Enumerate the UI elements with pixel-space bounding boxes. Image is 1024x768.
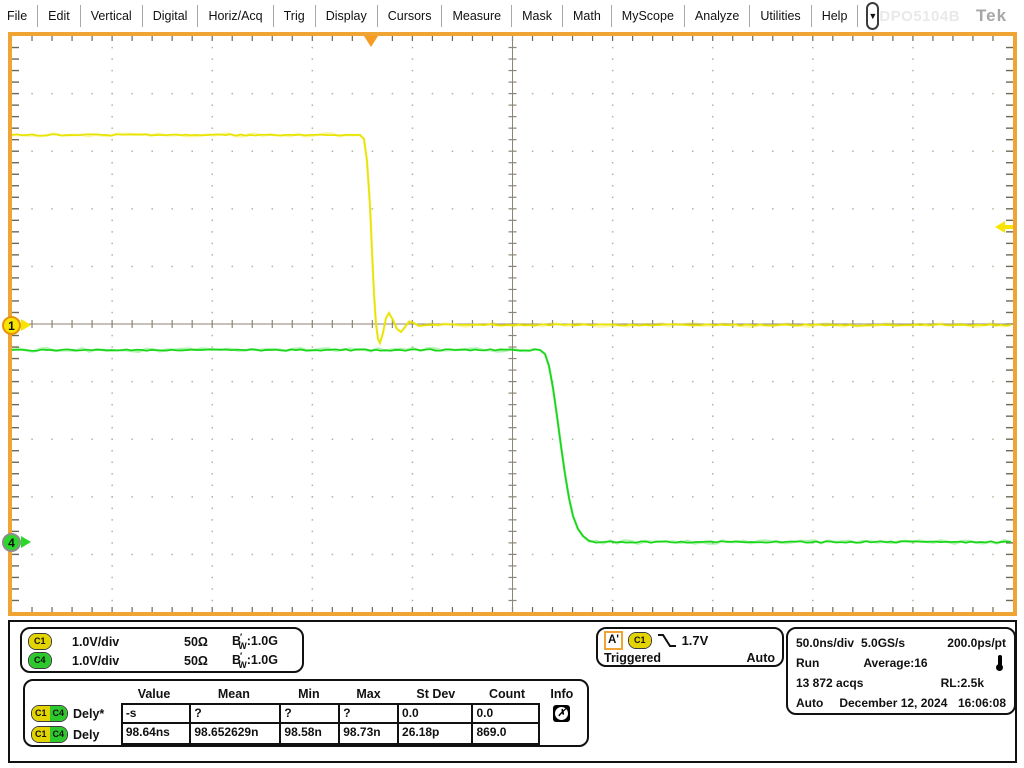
menu-bar: FileEditVerticalDigitalHoriz/AcqTrigDisp… xyxy=(0,0,1024,32)
info-x-icon[interactable]: ✗ xyxy=(553,705,570,722)
channel-row-c4[interactable]: C4 1.0V/div50ΩB′W:1.0G xyxy=(28,651,294,670)
measurement-row-dely: C1C4Dely*-s???0.00.0✗ xyxy=(29,703,583,724)
trigger-channel-badge: C1 xyxy=(628,632,652,649)
measurement-cell-count: 0.0 xyxy=(471,703,540,724)
channel-scale: 1.0V/div xyxy=(72,635,184,649)
channel-impedance: 50Ω xyxy=(184,635,232,649)
acquisition-state: Run xyxy=(796,656,819,670)
measurement-cell-value: 98.64ns xyxy=(121,722,192,745)
menu-item-analyze[interactable]: Analyze xyxy=(685,5,750,27)
menu-item-display[interactable]: Display xyxy=(316,5,378,27)
record-length: RL:2.5k xyxy=(941,676,984,690)
ch1-ground-marker[interactable]: 1 xyxy=(2,316,21,335)
trigger-level-arrow-tail xyxy=(1004,225,1013,229)
column-header-min: Min xyxy=(279,687,339,701)
menu-item-cursors[interactable]: Cursors xyxy=(378,5,443,27)
acquisition-mode: Auto xyxy=(796,696,823,710)
column-header-count: Count xyxy=(473,687,540,701)
channel-readout-panel[interactable]: C1 1.0V/div50ΩB′W:1.0G C4 1.0V/div50ΩB′W:1.… xyxy=(20,627,304,673)
menu-item-help[interactable]: Help xyxy=(812,5,859,27)
graticule xyxy=(12,36,1013,612)
channel-bandwidth: B′W:1.0G xyxy=(232,632,294,651)
measurement-cell-min: ? xyxy=(279,703,340,724)
column-header-value: Value xyxy=(119,687,188,701)
average-readout: Average:16 xyxy=(863,656,927,670)
menu-item-trig[interactable]: Trig xyxy=(274,5,316,27)
column-header-max: Max xyxy=(339,687,399,701)
readout-area: C1 1.0V/div50ΩB′W:1.0G C4 1.0V/div50ΩB′W:1.… xyxy=(8,620,1017,763)
trigger-status: Triggered xyxy=(604,651,661,667)
measurement-cell-st-dev: 0.0 xyxy=(397,703,473,724)
acquisition-count: 13 872 acqs xyxy=(796,676,863,690)
channel-badge-c1c4: C1C4 xyxy=(31,705,68,722)
menu-item-digital[interactable]: Digital xyxy=(143,5,199,27)
menu-item-math[interactable]: Math xyxy=(563,5,612,27)
sample-rate-value: 5.0GS/s xyxy=(861,636,905,650)
tek-logo: Tek xyxy=(976,6,1007,26)
channel-badge-c1c4: C1C4 xyxy=(31,726,68,743)
ch4-ground-marker[interactable]: 4 xyxy=(2,533,21,552)
menu-item-mask[interactable]: Mask xyxy=(512,5,563,27)
trigger-level-marker[interactable] xyxy=(995,221,1013,233)
measurement-cell-value: -s xyxy=(121,703,192,724)
trigger-source-label: A' xyxy=(604,631,623,650)
measurement-table: ValueMeanMinMaxSt DevCountInfo C1C4 Dely* -… xyxy=(23,679,589,747)
oscilloscope-screen: { "window": { "model": "DPO5104B", "logo… xyxy=(0,0,1024,768)
timebase-value: 50.0ns/div xyxy=(796,636,854,650)
trigger-readout-panel[interactable]: A' C1 1.7V Triggered Auto xyxy=(596,627,784,667)
channel-scale: 1.0V/div xyxy=(72,654,184,668)
trigger-mode: Auto xyxy=(747,651,775,667)
channel-impedance: 50Ω xyxy=(184,654,232,668)
measurement-row-dely: C1C4 Dely 98.64ns98.652629n98.58n98.73n26.… xyxy=(29,724,583,745)
date-readout: December 12, 2024 xyxy=(839,696,947,710)
menu-item-vertical[interactable]: Vertical xyxy=(81,5,143,27)
column-header-mean: Mean xyxy=(189,687,279,701)
measurement-name: Dely xyxy=(73,728,99,742)
thermometer-icon xyxy=(995,655,1004,672)
menu-item-file[interactable]: File xyxy=(0,5,38,27)
measurement-name: Dely* xyxy=(73,707,104,721)
resolution-value: 200.0ps/pt xyxy=(947,636,1006,650)
chevron-down-icon: ▼ xyxy=(868,11,877,21)
menu-item-myscope[interactable]: MyScope xyxy=(612,5,685,27)
measurement-cell-max: 98.73n xyxy=(338,722,399,745)
channel-bandwidth: B′W:1.0G xyxy=(232,651,294,670)
menu-item-edit[interactable]: Edit xyxy=(38,5,81,27)
measurement-cell-mean: 98.652629n xyxy=(189,722,281,745)
acquisition-readout-panel[interactable]: 50.0ns/div 5.0GS/s 200.0ps/pt Run Averag… xyxy=(786,627,1016,715)
menu-overflow-button[interactable]: ▼ xyxy=(866,2,879,30)
time-readout: 16:06:08 xyxy=(958,696,1006,710)
column-header-st-dev: St Dev xyxy=(398,687,473,701)
measurement-cell-min: 98.58n xyxy=(279,722,340,745)
measurement-cell-count: 869.0 xyxy=(471,722,540,745)
menu-item-measure[interactable]: Measure xyxy=(442,5,512,27)
channel-row-c1[interactable]: C1 1.0V/div50ΩB′W:1.0G xyxy=(28,632,294,651)
trigger-level-value: 1.7V xyxy=(682,633,709,648)
trigger-slope-falling-icon xyxy=(657,632,677,649)
measurement-cell-max: ? xyxy=(338,703,399,724)
menu-item-utilities[interactable]: Utilities xyxy=(750,5,811,27)
measurement-header-row: ValueMeanMinMaxSt DevCountInfo xyxy=(29,684,583,703)
waveform-display xyxy=(8,32,1017,616)
trigger-position-marker[interactable] xyxy=(364,36,378,47)
measurement-cell-mean: ? xyxy=(189,703,281,724)
column-header-info: Info xyxy=(541,687,583,701)
menu-item-horiz-acq[interactable]: Horiz/Acq xyxy=(198,5,273,27)
ch1-ground-arrow-icon xyxy=(21,319,31,331)
model-number: DPO5104B xyxy=(879,8,960,25)
channel-badge-c4: C4 xyxy=(28,652,52,669)
measurement-cell-st-dev: 26.18p xyxy=(397,722,473,745)
ch4-ground-arrow-icon xyxy=(21,536,31,548)
channel-badge-c1: C1 xyxy=(28,633,52,650)
